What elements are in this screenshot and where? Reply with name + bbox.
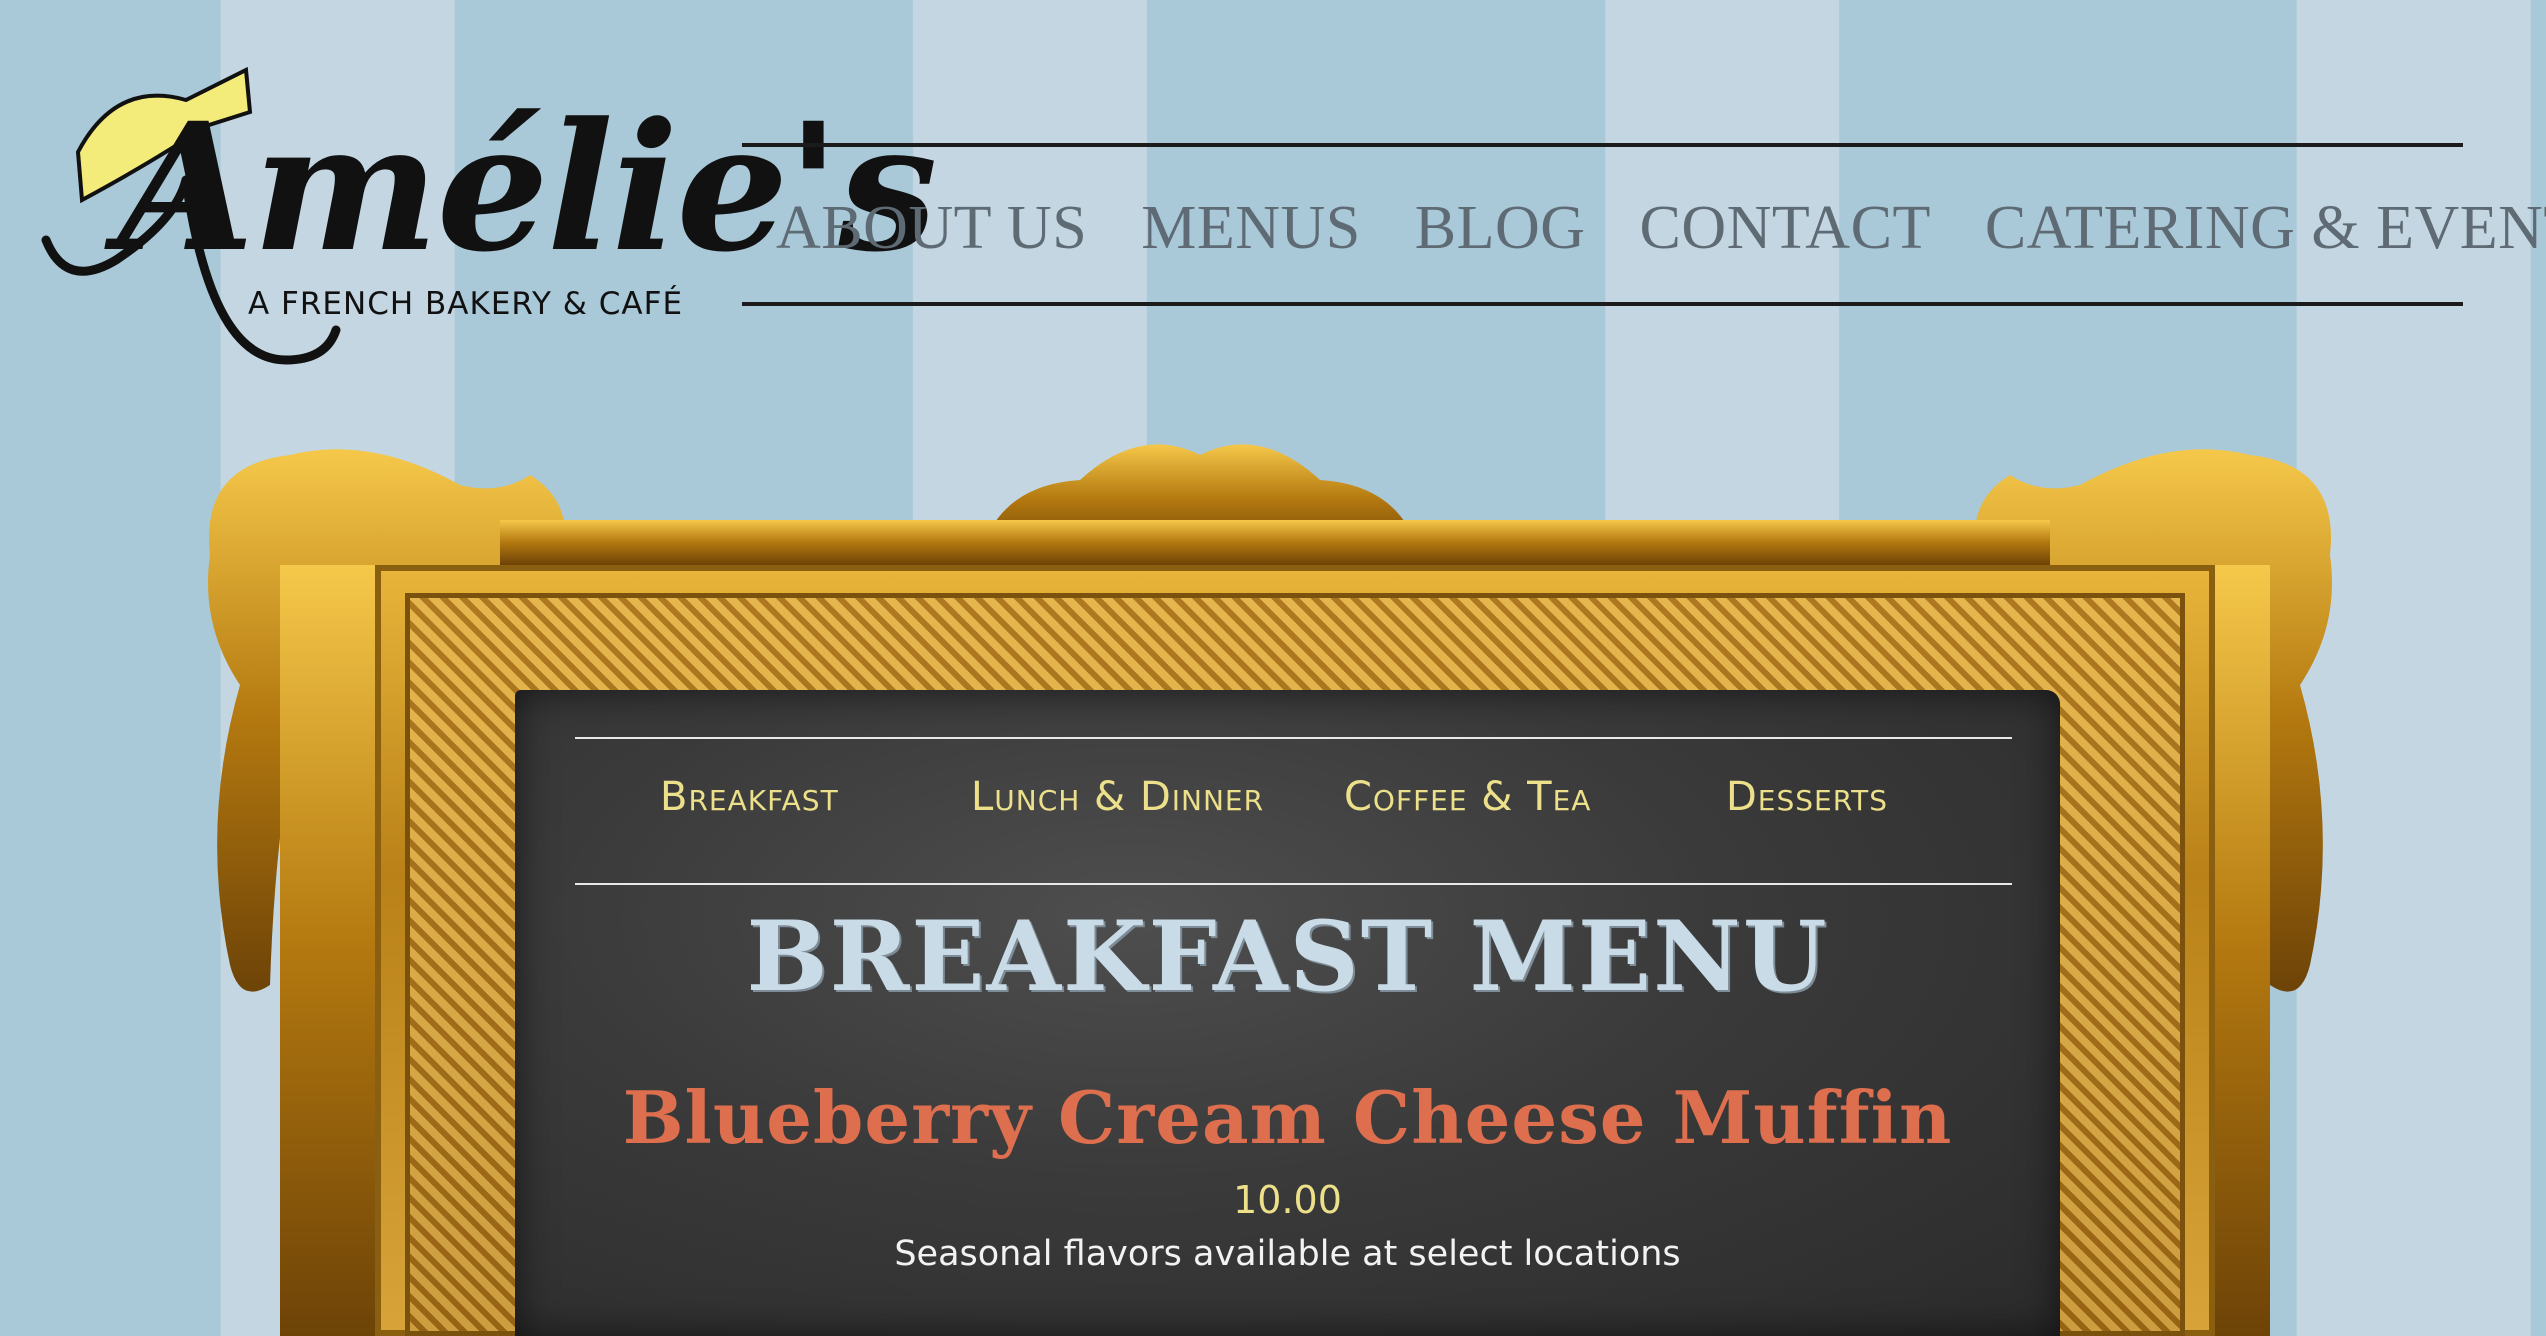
nav-menus[interactable]: MENUS: [1141, 193, 1361, 264]
menu-item-price: 10.00: [1233, 1178, 1342, 1222]
menu-item-name: Blueberry Cream Cheese Muffin: [622, 1075, 1953, 1160]
nav-divider-bottom: [742, 302, 2463, 306]
nav-contact[interactable]: CONTACT: [1640, 193, 1931, 264]
tab-lunch-dinner[interactable]: Lunch & Dinner: [971, 774, 1264, 820]
nav-about-us[interactable]: ABOUT US: [776, 193, 1087, 264]
menu-tabs-divider-bottom: [575, 883, 2012, 885]
nav-blog[interactable]: BLOG: [1415, 193, 1586, 264]
main-nav: ABOUT US MENUS BLOG CONTACT CATERING & E…: [742, 176, 2546, 280]
site-logo[interactable]: Amélie's A FRENCH BAKERY & CAFÉ: [36, 60, 937, 400]
nav-divider-top: [742, 143, 2463, 147]
tab-desserts[interactable]: Desserts: [1726, 774, 1888, 820]
tab-coffee-tea[interactable]: Coffee & Tea: [1344, 774, 1591, 820]
chalkboard-menu: Breakfast Lunch & Dinner Coffee & Tea De…: [515, 690, 2060, 1336]
menu-item-description: Seasonal flavors available at select loc…: [894, 1234, 1681, 1274]
menu-tabs: Breakfast Lunch & Dinner Coffee & Tea De…: [575, 774, 2012, 854]
logo-tagline: A FRENCH BAKERY & CAFÉ: [248, 286, 684, 322]
menu-title: BREAKFAST MENU: [746, 900, 1829, 1013]
tab-breakfast[interactable]: Breakfast: [660, 774, 839, 820]
nav-catering-events[interactable]: CATERING & EVENTS: [1985, 193, 2546, 264]
menu-tabs-divider-top: [575, 737, 2012, 739]
